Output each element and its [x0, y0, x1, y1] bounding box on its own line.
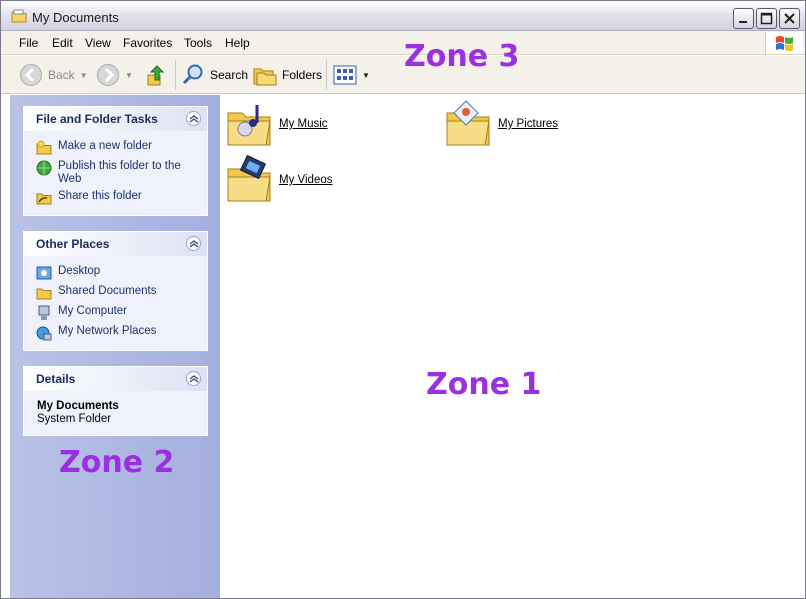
menu-favorites[interactable]: Favorites [123, 36, 172, 50]
desktop-icon [36, 266, 52, 280]
detail-name: My Documents [37, 400, 119, 412]
network-icon [36, 326, 52, 341]
music-folder-icon [227, 105, 271, 146]
place-my-network-places[interactable]: My Network Places [36, 325, 196, 341]
search-button[interactable]: Search [181, 62, 248, 88]
folder-icon [11, 9, 27, 23]
folder-content-area[interactable]: My Music My Pictures My Videos [220, 95, 805, 598]
panel-header[interactable]: Other Places [24, 232, 207, 256]
menu-edit[interactable]: Edit [52, 36, 73, 50]
shared-folder-icon [36, 288, 52, 300]
task-pane: File and Folder Tasks Make a new folder … [10, 95, 220, 598]
back-button[interactable]: Back ▼ [19, 62, 88, 88]
up-folder-button[interactable] [146, 62, 168, 88]
folders-button[interactable]: Folders [253, 62, 322, 88]
details-panel: Details My Documents System Folder [23, 366, 208, 436]
place-my-computer[interactable]: My Computer [36, 305, 196, 321]
minimize-button[interactable] [733, 8, 754, 29]
chevron-down-icon[interactable]: ▼ [80, 71, 88, 80]
zone-1-label: Zone 1 [426, 367, 542, 402]
zone-3-label: Zone 3 [404, 39, 520, 74]
panel-header[interactable]: Details [24, 367, 207, 391]
search-icon [182, 64, 203, 85]
place-desktop[interactable]: Desktop [36, 265, 196, 281]
collapse-icon[interactable] [186, 111, 201, 126]
close-button[interactable] [779, 8, 800, 29]
computer-icon [38, 305, 50, 320]
menu-file[interactable]: File [19, 36, 38, 50]
menu-help[interactable]: Help [225, 36, 250, 50]
folder-my-pictures[interactable]: My Pictures [444, 99, 558, 149]
zone-2-label: Zone 2 [59, 445, 175, 480]
place-shared-documents[interactable]: Shared Documents [36, 285, 196, 301]
task-publish-folder[interactable]: Publish this folder to the Web [36, 160, 196, 186]
toolbar: Back ▼ ▼ Search Folders ▼ [1, 56, 805, 94]
folders-icon [253, 68, 277, 86]
pictures-folder-icon [446, 100, 490, 146]
panel-header[interactable]: File and Folder Tasks [24, 107, 207, 131]
share-folder-icon [36, 193, 52, 205]
publish-globe-icon [36, 160, 52, 176]
folder-my-music[interactable]: My Music [225, 99, 328, 149]
chevron-down-icon[interactable]: ▼ [362, 71, 370, 80]
detail-type: System Folder [37, 413, 112, 425]
views-button[interactable]: ▼ [333, 62, 370, 88]
views-icon [333, 65, 357, 85]
maximize-button[interactable] [756, 8, 777, 29]
task-make-new-folder[interactable]: Make a new folder [36, 140, 196, 156]
back-arrow-icon [20, 64, 42, 86]
new-folder-icon [36, 140, 52, 155]
toolbar-separator [326, 60, 327, 90]
windows-flag-icon [776, 36, 793, 51]
videos-folder-icon [227, 155, 271, 202]
other-places-panel: Other Places Desktop Shared Documents My… [23, 231, 208, 351]
menu-tools[interactable]: Tools [184, 36, 212, 50]
forward-button[interactable]: ▼ [96, 62, 133, 88]
collapse-icon[interactable] [186, 371, 201, 386]
forward-arrow-icon [97, 64, 119, 86]
collapse-icon[interactable] [186, 236, 201, 251]
title-bar[interactable]: My Documents [1, 1, 805, 31]
task-share-folder[interactable]: Share this folder [36, 190, 196, 206]
explorer-window: My Documents File Edit View Favorites To… [0, 0, 806, 599]
menu-bar: File Edit View Favorites Tools Help [1, 31, 805, 55]
up-folder-icon [147, 65, 165, 86]
menu-view[interactable]: View [85, 36, 111, 50]
toolbar-separator [175, 60, 176, 90]
folder-my-videos[interactable]: My Videos [225, 155, 332, 205]
chevron-down-icon[interactable]: ▼ [125, 71, 133, 80]
file-folder-tasks-panel: File and Folder Tasks Make a new folder … [23, 106, 208, 216]
windows-logo [765, 32, 803, 54]
window-title: My Documents [32, 10, 119, 25]
